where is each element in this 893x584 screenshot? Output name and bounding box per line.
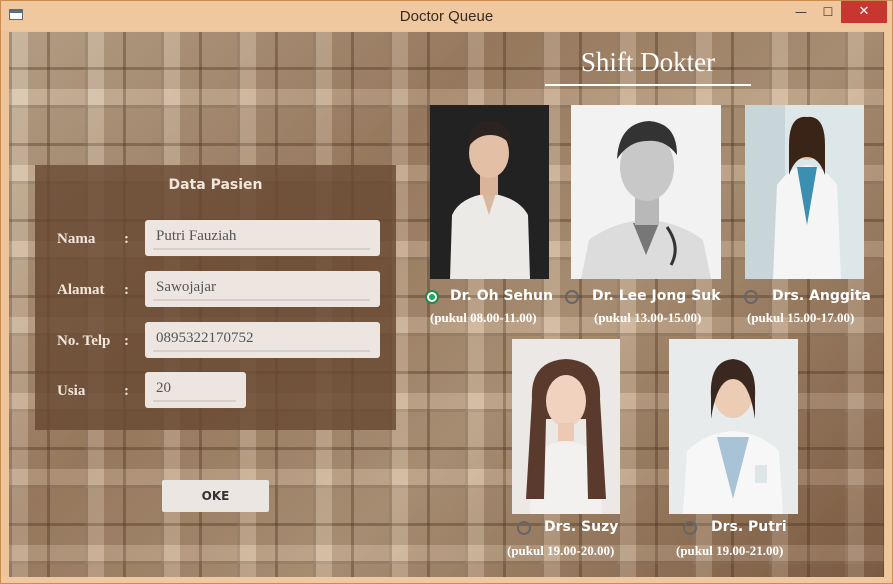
doctor-name-suzy: Drs. Suzy [544,519,619,535]
phone-field[interactable]: 0895322170752 [145,322,380,358]
patient-data-panel: Data Pasien Nama : Putri Fauziah Alamat … [35,165,396,430]
name-colon: : [124,231,129,247]
doctor-time-anggita: (pukul 15.00-17.00) [747,310,855,325]
doctor-name-anggita: Drs. Anggita [772,288,871,304]
doctor-radio-oh-sehun[interactable] [425,290,439,304]
shift-title-underline [545,84,751,86]
doctor-radio-putri[interactable] [683,521,697,535]
phone-label: No. Telp [57,333,111,349]
address-colon: : [124,282,129,298]
doctor-time-oh-sehun: (pukul 08.00-11.00) [430,310,537,325]
app-window: Doctor Queue — ☐ ✕ Data Pasien Nama : Pu… [0,0,893,584]
window-right-border [885,32,892,577]
content-area: Data Pasien Nama : Putri Fauziah Alamat … [9,32,884,577]
panel-title: Data Pasien [168,177,263,193]
doctor-radio-anggita[interactable] [744,290,758,304]
doctor-photo-anggita [745,105,864,279]
doctor-time-lee-jong-suk: (pukul 13.00-15.00) [594,310,702,325]
doctor-name-oh-sehun: Dr. Oh Sehun [450,288,553,304]
age-colon: : [124,383,129,399]
address-label: Alamat [57,282,105,298]
doctor-name-putri: Drs. Putri [711,519,787,535]
name-label: Nama [57,231,96,247]
close-button[interactable]: ✕ [841,1,887,23]
doctor-radio-suzy[interactable] [517,521,531,535]
doctor-time-suzy: (pukul 19.00-20.00) [507,543,615,558]
doctor-name-lee-jong-suk: Dr. Lee Jong Suk [592,288,721,304]
doctor-photo-lee-jong-suk [571,105,721,279]
doctor-photo-putri [669,339,798,514]
name-field[interactable]: Putri Fauziah [145,220,380,256]
address-field[interactable]: Sawojajar [145,271,380,307]
ok-button[interactable]: OKE [162,480,269,512]
maximize-button[interactable]: ☐ [813,1,843,23]
window-title: Doctor Queue [399,8,494,25]
title-bar: Doctor Queue — ☐ ✕ [1,1,892,31]
doctor-time-putri: (pukul 19.00-21.00) [676,543,784,558]
minimize-button[interactable]: — [786,1,816,23]
age-field[interactable]: 20 [145,372,246,408]
doctor-radio-lee-jong-suk[interactable] [565,290,579,304]
age-label: Usia [57,383,86,399]
shift-title: Shift Dokter [580,47,716,77]
phone-colon: : [124,333,129,349]
doctor-photo-oh-sehun [430,105,549,279]
doctor-photo-suzy [512,339,620,514]
window-bottom-border [1,577,892,583]
